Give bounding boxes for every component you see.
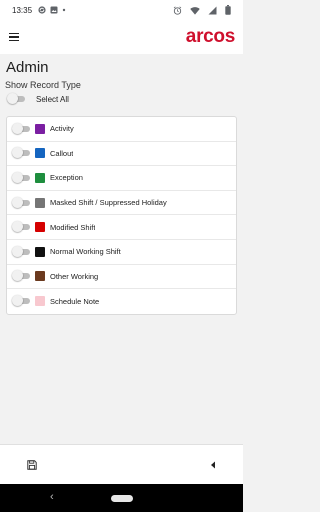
record-type-list: Activity Callout Exception Masked Shift …	[6, 116, 237, 315]
select-all-toggle[interactable]	[7, 93, 27, 104]
color-swatch	[35, 123, 45, 134]
record-type-label: Other Working	[50, 271, 99, 281]
system-nav-bar: ‹	[0, 484, 243, 512]
record-type-toggle[interactable]	[12, 171, 32, 183]
list-item[interactable]: Other Working	[7, 265, 236, 290]
bottom-action-bar	[0, 444, 243, 484]
color-swatch	[35, 246, 45, 257]
list-item[interactable]: Normal Working Shift	[7, 240, 236, 265]
app-bar: arcos	[0, 20, 243, 54]
record-type-label: Activity	[50, 124, 74, 134]
record-type-toggle[interactable]	[12, 245, 32, 257]
dot-icon	[62, 8, 66, 12]
sync-icon	[38, 6, 46, 14]
color-swatch	[35, 271, 45, 282]
color-swatch	[35, 148, 45, 159]
save-icon[interactable]	[24, 457, 40, 473]
record-type-label: Callout	[50, 148, 74, 158]
record-type-toggle[interactable]	[12, 147, 32, 159]
status-bar: 13:35	[0, 0, 243, 20]
nav-back-icon[interactable]: ‹	[50, 491, 54, 503]
color-swatch	[35, 172, 45, 183]
alarm-icon	[173, 5, 182, 15]
nav-home-pill[interactable]	[110, 494, 133, 502]
record-type-label: Masked Shift / Suppressed Holiday	[50, 198, 167, 208]
record-type-toggle[interactable]	[12, 270, 32, 282]
logo-text: arcos	[185, 26, 236, 47]
record-type-label: Normal Working Shift	[50, 247, 121, 257]
color-swatch	[35, 197, 45, 208]
record-type-toggle[interactable]	[12, 122, 32, 134]
select-all-row[interactable]: Select All	[7, 93, 69, 104]
record-type-toggle[interactable]	[12, 196, 32, 208]
wifi-icon	[190, 6, 200, 15]
list-item[interactable]: Modified Shift	[7, 215, 236, 240]
list-item[interactable]: Exception	[7, 166, 236, 191]
list-item[interactable]: Masked Shift / Suppressed Holiday	[7, 191, 236, 216]
status-time: 13:35	[12, 5, 33, 15]
list-item[interactable]: Activity	[7, 117, 236, 142]
color-swatch	[35, 296, 45, 307]
page-title: Admin	[6, 59, 49, 76]
record-type-toggle[interactable]	[12, 221, 32, 233]
photo-icon	[50, 6, 58, 14]
list-item[interactable]: Callout	[7, 142, 236, 167]
hamburger-menu-icon[interactable]	[8, 28, 26, 46]
arcos-logo: arcos	[185, 26, 236, 48]
record-type-label: Modified Shift	[50, 222, 96, 232]
color-swatch	[35, 222, 45, 233]
list-item[interactable]: Schedule Note	[7, 289, 236, 314]
record-type-toggle[interactable]	[12, 295, 32, 307]
select-all-label: Select All	[36, 94, 69, 104]
battery-icon	[225, 5, 231, 15]
record-type-label: Exception	[50, 173, 83, 183]
section-subtitle: Show Record Type	[5, 80, 81, 90]
record-type-label: Schedule Note	[50, 296, 100, 306]
caret-left-icon[interactable]	[205, 457, 221, 473]
signal-icon	[208, 6, 217, 15]
